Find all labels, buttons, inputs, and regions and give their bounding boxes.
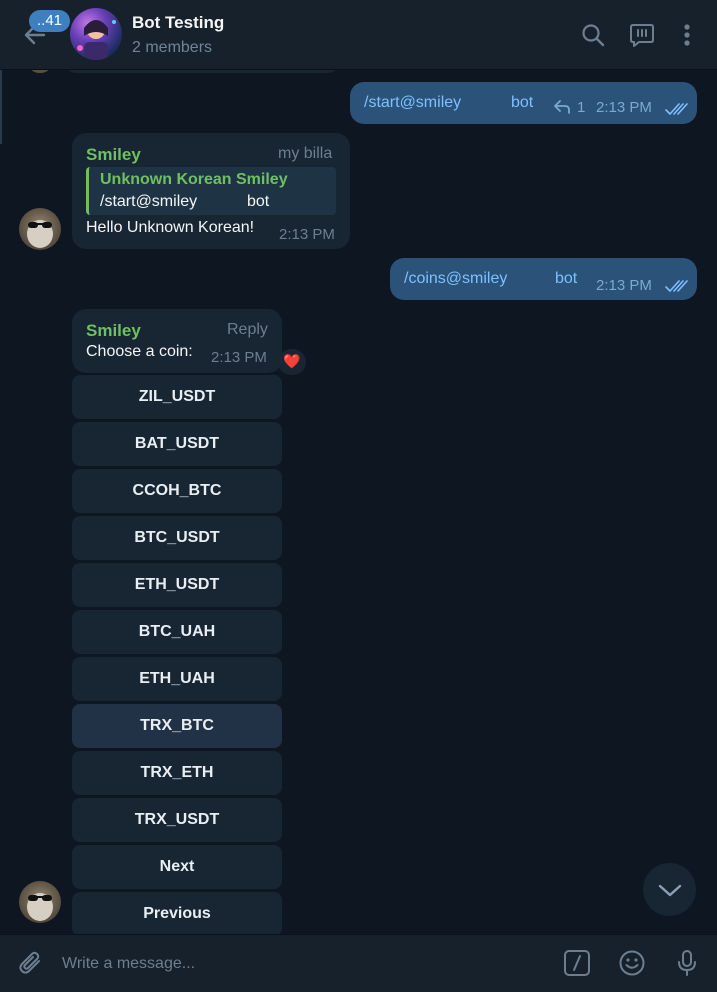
scrollbar-track <box>0 70 2 144</box>
bot-command-link[interactable]: /coins@smiley <box>404 270 507 288</box>
keyboard-button-next[interactable]: Next <box>72 845 282 889</box>
heart-reaction-icon: ❤️ <box>283 353 301 369</box>
message-composer <box>0 934 717 992</box>
keyboard-button-zil-usdt[interactable]: ZIL_USDT <box>72 375 282 419</box>
keyboard-button-trx-eth[interactable]: TRX_ETH <box>72 751 282 795</box>
search-icon[interactable] <box>580 22 606 48</box>
keyboard-button-trx-usdt[interactable]: TRX_USDT <box>72 798 282 842</box>
chevron-down-icon <box>658 884 682 897</box>
keyboard-button-eth-usdt[interactable]: ETH_USDT <box>72 563 282 607</box>
bot-command-link[interactable]: /start@smiley <box>364 94 461 112</box>
quote-suffix: bot <box>247 193 270 210</box>
microphone-icon[interactable] <box>673 949 701 977</box>
quote-text: /start@smiley <box>100 193 198 210</box>
emoji-icon[interactable] <box>618 949 646 977</box>
message-time: 2:13 PM <box>279 226 335 243</box>
unread-count-badge[interactable]: ..41 <box>29 10 71 32</box>
message-input[interactable] <box>60 943 544 985</box>
chat-title[interactable]: Bot Testing <box>132 13 224 33</box>
quote-sender: Unknown Korean Smiley <box>100 171 288 188</box>
double-check-icon <box>665 280 688 292</box>
message-text: Choose a coin: <box>86 343 193 360</box>
sender-avatar[interactable] <box>19 881 61 923</box>
keyboard-button-trx-btc[interactable]: TRX_BTC <box>72 704 282 748</box>
outgoing-message[interactable]: /coins@smiley bot 2:13 PM <box>390 258 697 300</box>
sender-tag: my billa <box>278 145 333 162</box>
more-vertical-icon[interactable] <box>674 22 700 48</box>
sender-name[interactable]: Smiley <box>86 145 141 165</box>
message-time: 2:13 PM <box>596 99 652 116</box>
reply-count[interactable]: 1 <box>577 99 585 116</box>
outgoing-message[interactable]: /start@smiley bot 1 2:13 PM <box>350 82 697 124</box>
chat-header: ..41 Bot Testing 2 members <box>0 0 717 70</box>
attach-icon[interactable] <box>17 949 45 977</box>
keyboard-button-ccoh-btc[interactable]: CCOH_BTC <box>72 469 282 513</box>
keyboard-button-btc-usdt[interactable]: BTC_USDT <box>72 516 282 560</box>
reaction-badge[interactable]: ❤️ <box>278 349 306 375</box>
double-check-icon <box>665 103 688 115</box>
reply-arrow-icon[interactable] <box>553 99 571 115</box>
keyboard-button-btc-uah[interactable]: BTC_UAH <box>72 610 282 654</box>
sender-name[interactable]: Smiley <box>86 321 141 341</box>
message-text: Hello Unknown Korean! <box>86 219 255 236</box>
scroll-to-bottom-button[interactable] <box>643 863 696 916</box>
sender-avatar[interactable] <box>19 208 61 250</box>
bot-command-suffix[interactable]: bot <box>555 270 577 288</box>
keyboard-button-eth-uah[interactable]: ETH_UAH <box>72 657 282 701</box>
message-time: 2:13 PM <box>211 349 267 366</box>
bot-command-icon[interactable] <box>563 949 591 977</box>
reply-action[interactable]: Reply <box>227 321 268 339</box>
bot-command-suffix[interactable]: bot <box>511 94 533 112</box>
bot-commands-icon[interactable] <box>629 22 655 48</box>
message-time: 2:13 PM <box>596 277 652 294</box>
keyboard-button-previous[interactable]: Previous <box>72 892 282 936</box>
keyboard-button-bat-usdt[interactable]: BAT_USDT <box>72 422 282 466</box>
chat-member-count[interactable]: 2 members <box>132 39 212 57</box>
chat-avatar[interactable] <box>70 8 122 60</box>
